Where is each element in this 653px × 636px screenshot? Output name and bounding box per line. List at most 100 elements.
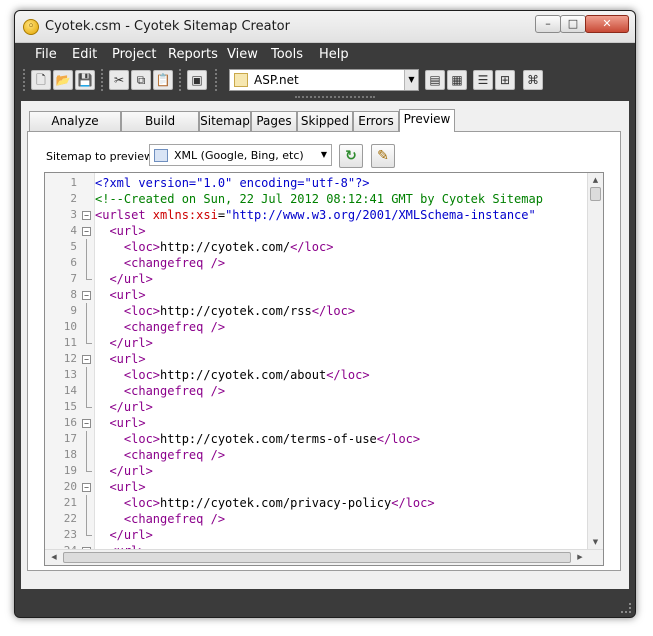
code-line[interactable]: 7 </url> [45, 271, 589, 287]
project-type-select[interactable]: ASP.net ▼ [229, 69, 419, 91]
menu-project[interactable]: Project [112, 47, 156, 62]
document-icon [234, 73, 248, 87]
edit-button[interactable]: ✎ [371, 144, 395, 168]
menu-edit[interactable]: Edit [72, 47, 97, 62]
code-token: </url> [95, 528, 153, 542]
code-line[interactable]: 9 <loc>http://cyotek.com/rss</loc> [45, 303, 589, 319]
maximize-button[interactable]: □ [560, 15, 586, 33]
chevron-down-icon[interactable]: ▼ [321, 145, 327, 165]
menu-file[interactable]: File [35, 47, 57, 62]
code-line[interactable]: 23 </url> [45, 527, 589, 543]
tab-sitemap[interactable]: Sitemap [199, 111, 251, 131]
code-line[interactable]: 19 </url> [45, 463, 589, 479]
menu-help[interactable]: Help [319, 47, 349, 62]
scroll-right-icon[interactable]: ▶ [573, 550, 587, 565]
code-line[interactable]: 12− <url> [45, 351, 589, 367]
code-line[interactable]: 5 <loc>http://cyotek.com/</loc> [45, 239, 589, 255]
sitemap-format-select[interactable]: XML (Google, Bing, etc) ▼ [149, 144, 332, 166]
fold-toggle-icon[interactable]: − [82, 419, 91, 428]
code-token: <changefreq /> [95, 448, 226, 462]
fold-toggle-icon[interactable]: − [82, 355, 91, 364]
code-line[interactable]: 15 </url> [45, 399, 589, 415]
scroll-down-icon[interactable]: ▼ [588, 535, 603, 549]
code-line[interactable]: 20− <url> [45, 479, 589, 495]
code-token: </loc> [391, 496, 435, 510]
code-text: </url> [95, 271, 152, 287]
copy-icon[interactable]: ⧉ [131, 70, 151, 90]
code-line[interactable]: 10 <changefreq /> [45, 319, 589, 335]
code-line[interactable]: 13 <loc>http://cyotek.com/about</loc> [45, 367, 589, 383]
horizontal-scrollbar[interactable]: ◀ ▶ [45, 549, 603, 565]
chevron-down-icon[interactable]: ▼ [404, 70, 418, 90]
fold-toggle-icon[interactable]: − [82, 291, 91, 300]
code-token: <url> [95, 352, 146, 366]
menu-tools[interactable]: Tools [271, 47, 303, 62]
line-number: 2 [70, 192, 77, 205]
list-icon[interactable]: ☰ [473, 70, 493, 90]
code-token: http://cyotek.com/terms-of-use [160, 432, 377, 446]
toolbar-separator [101, 69, 104, 91]
tab-pages[interactable]: Pages [251, 111, 297, 131]
fold-toggle-icon[interactable]: − [82, 211, 91, 220]
report-icon-1[interactable]: ▤ [425, 70, 445, 90]
cut-icon[interactable]: ✂ [109, 70, 129, 90]
vertical-scrollbar[interactable]: ▲ ▼ [587, 173, 603, 549]
code-line[interactable]: 8− <url> [45, 287, 589, 303]
code-token: <loc> [95, 496, 161, 510]
crawl-icon[interactable]: ▣ [187, 70, 207, 90]
code-line[interactable]: 16− <url> [45, 415, 589, 431]
minimize-button[interactable]: – [535, 15, 561, 33]
code-line[interactable]: 6 <changefreq /> [45, 255, 589, 271]
tab-build-results[interactable]: Build Results [121, 111, 199, 146]
report-icon-2[interactable]: ▦ [447, 70, 467, 90]
code-line[interactable]: 1 <?xml version="1.0" encoding="utf-8"?> [45, 175, 589, 191]
tab-errors[interactable]: Errors [353, 111, 399, 131]
menu-reports[interactable]: Reports [168, 47, 218, 62]
network-icon[interactable]: ⌘ [523, 70, 543, 90]
fold-guide [86, 383, 87, 399]
code-token: <url> [95, 288, 146, 302]
code-line[interactable]: 14 <changefreq /> [45, 383, 589, 399]
line-number: 8 [70, 288, 77, 301]
title-bar[interactable]: ◦ Cyotek.csm - Cyotek Sitemap Creator – … [15, 11, 635, 43]
toolbar-grip[interactable] [23, 69, 26, 91]
resize-grip-icon[interactable] [621, 603, 631, 613]
fold-end-marker [86, 463, 92, 472]
splitter-grip[interactable] [295, 96, 375, 100]
xml-editor[interactable]: 1 <?xml version="1.0" encoding="utf-8"?> 2… [44, 172, 604, 566]
code-line[interactable]: 21 <loc>http://cyotek.com/privacy-policy… [45, 495, 589, 511]
fold-toggle-icon[interactable]: − [82, 227, 91, 236]
code-line[interactable]: 11 </url> [45, 335, 589, 351]
code-token: <?xml version="1.0" encoding="utf-8"?> [95, 176, 370, 190]
close-button[interactable]: ✕ [585, 15, 629, 33]
open-folder-icon[interactable]: 📂 [53, 70, 73, 90]
scroll-left-icon[interactable]: ◀ [47, 550, 61, 565]
code-lines[interactable]: 1 <?xml version="1.0" encoding="utf-8"?> 2… [45, 173, 589, 549]
code-token: <loc> [95, 432, 161, 446]
code-line[interactable]: 18 <changefreq /> [45, 447, 589, 463]
fold-toggle-icon[interactable]: − [82, 483, 91, 492]
horizontal-scroll-thumb[interactable] [63, 552, 571, 563]
tab-preview[interactable]: Preview [399, 109, 455, 132]
line-number: 23 [63, 528, 77, 541]
code-line[interactable]: 2 <!--Created on Sun, 22 Jul 2012 08:12:4… [45, 191, 589, 207]
code-line[interactable]: 3− <urlset xmlns:xsi="http://www.w3.org/2… [45, 207, 589, 223]
paste-icon[interactable]: 📋 [153, 70, 173, 90]
code-token: </loc> [376, 432, 421, 446]
code-line[interactable]: 17 <loc>http://cyotek.com/terms-of-use</… [45, 431, 589, 447]
fold-guide [86, 319, 87, 335]
new-document-icon[interactable]: 🗋 [31, 70, 51, 90]
tree-icon[interactable]: ⊞ [495, 70, 515, 90]
code-line[interactable]: 4− <url> [45, 223, 589, 239]
vertical-scroll-thumb[interactable] [590, 187, 601, 201]
code-line[interactable]: 22 <changefreq /> [45, 511, 589, 527]
tab-skipped[interactable]: Skipped [297, 111, 353, 131]
line-number: 1 [70, 176, 77, 189]
scroll-up-icon[interactable]: ▲ [588, 173, 603, 187]
save-icon[interactable]: 💾 [75, 70, 95, 90]
code-token: </url> [95, 336, 153, 350]
code-text: <changefreq /> [95, 511, 225, 527]
refresh-button[interactable]: ↻ [339, 144, 363, 168]
menu-view[interactable]: View [227, 47, 258, 62]
tab-analyze-results[interactable]: Analyze Results [29, 111, 121, 146]
